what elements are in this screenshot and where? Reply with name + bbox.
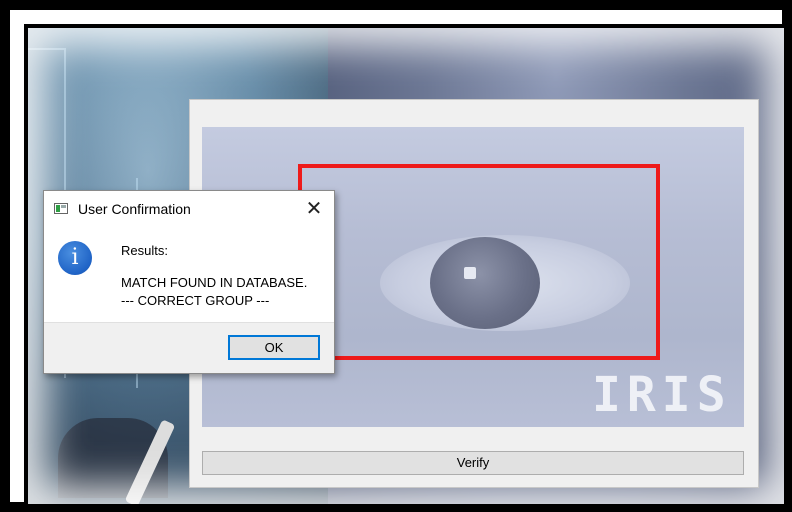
dialog-title: User Confirmation (78, 201, 191, 217)
info-icon: i (58, 241, 92, 275)
verify-button[interactable]: Verify (202, 451, 744, 475)
match-message: MATCH FOUND IN DATABASE. (121, 275, 308, 290)
user-confirmation-dialog: User Confirmation ✕ i Results: MATCH FOU… (43, 190, 335, 374)
app-window-icon (54, 203, 68, 214)
dialog-titlebar: User Confirmation ✕ (44, 191, 334, 225)
group-message: --- CORRECT GROUP --- (121, 293, 270, 308)
ok-button[interactable]: OK (228, 335, 320, 360)
close-icon[interactable]: ✕ (302, 197, 326, 219)
iris-overlay-label: IRIS (592, 367, 732, 423)
outer-frame: IRIS Verify User Confirmation ✕ i Result… (0, 0, 792, 512)
iris-detection-box (298, 164, 660, 360)
results-label: Results: (121, 243, 168, 258)
dialog-footer: OK (44, 322, 334, 373)
grid-line (28, 48, 64, 50)
